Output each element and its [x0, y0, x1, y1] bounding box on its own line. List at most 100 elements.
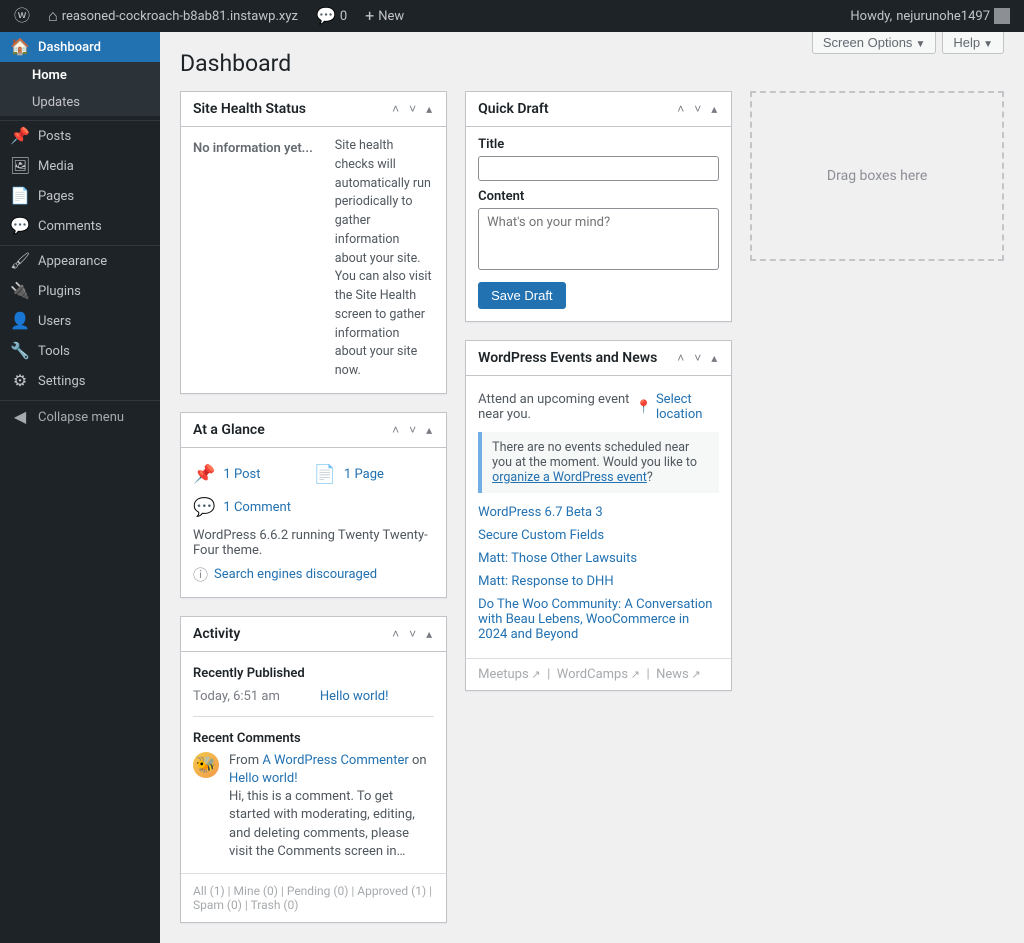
site-health-noinfo: No information yet... — [193, 137, 313, 156]
activity-box: Activity ˄ ˅ ▴ Recently Published Today,… — [180, 616, 447, 923]
select-location-link[interactable]: Select location — [656, 392, 719, 422]
toggle-panel-icon[interactable]: ▴ — [709, 100, 719, 118]
recent-time: Today, 6:51 am — [193, 689, 280, 704]
move-up-icon[interactable]: ˄ — [390, 625, 401, 643]
comment-icon: 💬 — [316, 8, 336, 24]
my-account[interactable]: Howdy, nejurunohe1497 — [844, 0, 1016, 32]
page-icon: 📄 — [314, 464, 336, 485]
save-draft-button[interactable]: Save Draft — [478, 282, 565, 309]
search-discouraged[interactable]: Search engines discouraged — [214, 567, 377, 582]
screen-options-button[interactable]: Screen Options▼ — [812, 32, 937, 54]
move-down-icon[interactable]: ˅ — [692, 349, 703, 367]
glance-title: At a Glance — [193, 422, 265, 438]
news-item[interactable]: WordPress 6.7 Beta 3 — [478, 501, 719, 524]
toggle-panel-icon[interactable]: ▴ — [424, 421, 434, 439]
info-icon: ⓘ — [193, 564, 208, 585]
menu-users[interactable]: 👤Users — [0, 306, 160, 336]
avatar — [994, 8, 1010, 24]
new-content[interactable]: + New — [359, 0, 410, 32]
comment-excerpt: From A WordPress Commenter on Hello worl… — [229, 752, 434, 861]
move-up-icon[interactable]: ˄ — [675, 100, 686, 118]
menu-plugins[interactable]: 🔌Plugins — [0, 276, 160, 306]
at-a-glance-box: At a Glance ˄ ˅ ▴ 📌1 Post 📄1 Page 💬1 Com… — [180, 412, 447, 598]
toggle-panel-icon[interactable]: ▴ — [424, 625, 434, 643]
page-title: Dashboard — [180, 50, 1004, 77]
comments-count: 0 — [340, 9, 347, 24]
menu-dashboard[interactable]: 🏠 Dashboard — [0, 32, 160, 62]
site-link[interactable]: ⌂ reasoned-cockroach-b8ab81.instawp.xyz — [42, 0, 304, 32]
empty-sortable-dropzone[interactable]: Drag boxes here — [750, 91, 1004, 261]
comment-author-link[interactable]: A WordPress Commenter — [262, 753, 408, 768]
plus-icon: + — [365, 8, 374, 24]
brush-icon: 🖌 — [10, 253, 30, 269]
recently-published-head: Recently Published — [193, 662, 434, 687]
comment-post-link[interactable]: Hello world! — [229, 771, 298, 786]
gravatar-icon: 🐝 — [193, 752, 219, 778]
site-name: reasoned-cockroach-b8ab81.instawp.xyz — [62, 9, 298, 24]
new-label: New — [378, 9, 404, 24]
howdy-prefix: Howdy, — [850, 9, 892, 24]
collapse-icon: ◀ — [10, 409, 30, 425]
comment-filter-subsub[interactable]: All (1) | Mine (0) | Pending (0) | Appro… — [181, 873, 446, 922]
site-health-desc: Site health checks will automatically ru… — [335, 137, 434, 381]
news-item[interactable]: Secure Custom Fields — [478, 524, 719, 547]
qd-title-input[interactable] — [478, 156, 719, 181]
move-up-icon[interactable]: ˄ — [390, 100, 401, 118]
move-down-icon[interactable]: ˅ — [407, 625, 418, 643]
news-link[interactable]: News — [656, 667, 701, 682]
move-down-icon[interactable]: ˅ — [407, 421, 418, 439]
wordcamps-link[interactable]: WordCamps — [557, 667, 640, 682]
events-title: WordPress Events and News — [478, 350, 657, 366]
pin-icon: 📌 — [10, 128, 30, 144]
glance-posts[interactable]: 📌1 Post — [193, 458, 314, 491]
plug-icon: 🔌 — [10, 283, 30, 299]
meetups-link[interactable]: Meetups — [478, 667, 541, 682]
toggle-panel-icon[interactable]: ▴ — [709, 349, 719, 367]
menu-appearance[interactable]: 🖌Appearance — [0, 246, 160, 276]
menu-tools[interactable]: 🔧Tools — [0, 336, 160, 366]
news-item[interactable]: Do The Woo Community: A Conversation wit… — [478, 593, 719, 646]
events-no-events-notice: There are no events scheduled near you a… — [478, 432, 719, 493]
glance-comments[interactable]: 💬1 Comment — [193, 491, 314, 524]
comment-icon: 💬 — [193, 497, 215, 518]
site-health-box: Site Health Status ˄ ˅ ▴ No information … — [180, 91, 447, 394]
quick-draft-title: Quick Draft — [478, 101, 548, 117]
activity-title: Activity — [193, 626, 240, 642]
collapse-menu[interactable]: ◀Collapse menu — [0, 401, 160, 433]
qd-content-label: Content — [478, 189, 719, 204]
comments-link[interactable]: 💬 0 — [310, 0, 353, 32]
pin-icon: 📌 — [193, 464, 215, 485]
menu-pages[interactable]: 📄Pages — [0, 181, 160, 211]
news-item[interactable]: Matt: Those Other Lawsuits — [478, 547, 719, 570]
menu-comments[interactable]: 💬Comments — [0, 211, 160, 241]
comments-icon: 💬 — [10, 218, 30, 234]
dropzone-label: Drag boxes here — [827, 168, 927, 184]
menu-settings[interactable]: ⚙Settings — [0, 366, 160, 396]
user-display-name: nejurunohe1497 — [896, 9, 990, 24]
wrench-icon: 🔧 — [10, 343, 30, 359]
content-area: Screen Options▼ Help▼ Dashboard Site Hea… — [160, 32, 1024, 943]
toggle-panel-icon[interactable]: ▴ — [424, 100, 434, 118]
menu-dashboard-label: Dashboard — [38, 40, 101, 55]
recent-post-link[interactable]: Hello world! — [320, 689, 389, 704]
news-item[interactable]: Matt: Response to DHH — [478, 570, 719, 593]
qd-title-label: Title — [478, 137, 719, 152]
submenu-updates[interactable]: Updates — [0, 89, 160, 116]
home-icon: ⌂ — [48, 8, 58, 24]
move-up-icon[interactable]: ˄ — [675, 349, 686, 367]
submenu-home[interactable]: Home — [0, 62, 160, 89]
wp-logo[interactable]: ⓦ — [8, 0, 36, 32]
menu-posts[interactable]: 📌Posts — [0, 121, 160, 151]
qd-content-input[interactable] — [478, 208, 719, 270]
glance-pages[interactable]: 📄1 Page — [314, 458, 435, 491]
move-down-icon[interactable]: ˅ — [692, 100, 703, 118]
move-up-icon[interactable]: ˄ — [390, 421, 401, 439]
user-icon: 👤 — [10, 313, 30, 329]
quick-draft-box: Quick Draft ˄ ˅ ▴ Title Content Save Dra… — [465, 91, 732, 322]
organize-event-link[interactable]: organize a WordPress event — [492, 470, 647, 485]
menu-media[interactable]: 🖼Media — [0, 151, 160, 181]
move-down-icon[interactable]: ˅ — [407, 100, 418, 118]
chevron-down-icon: ▼ — [983, 39, 993, 50]
page-icon: 📄 — [10, 188, 30, 204]
help-button[interactable]: Help▼ — [942, 32, 1004, 54]
